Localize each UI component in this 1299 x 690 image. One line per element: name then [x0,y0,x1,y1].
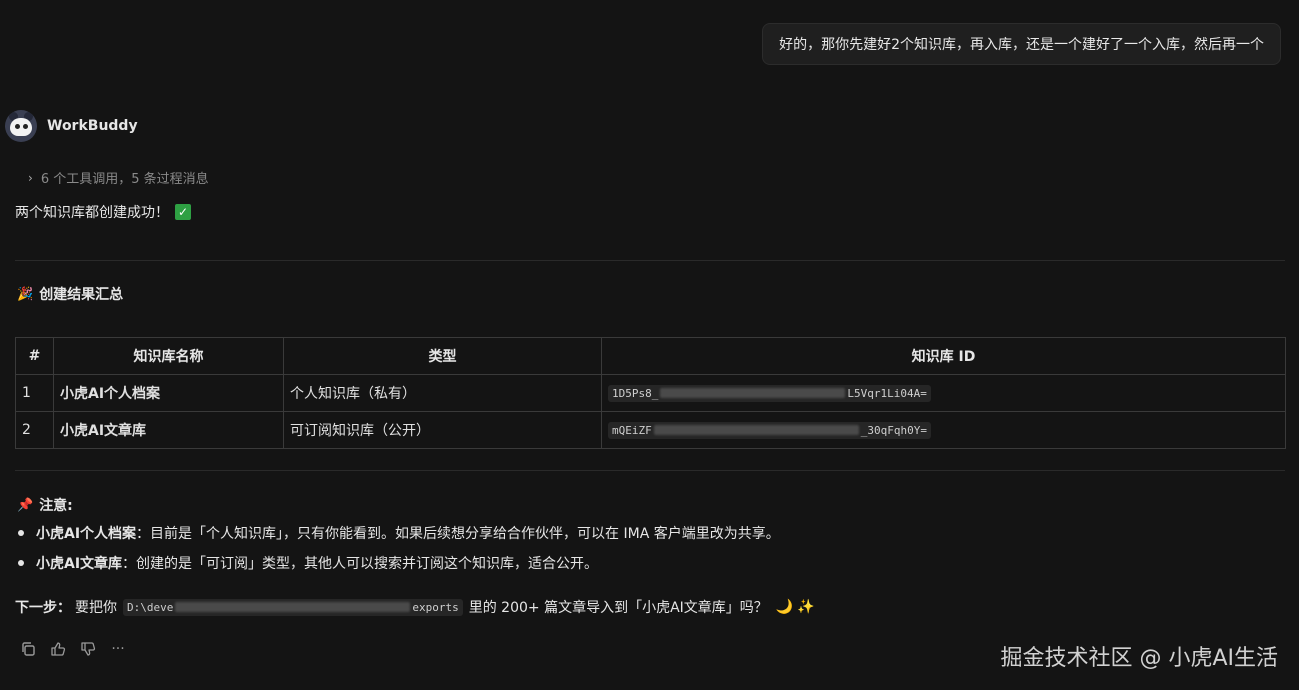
kb-name: 小虎AI个人档案 [53,374,284,412]
thumbs-up-icon[interactable] [49,640,67,658]
success-text: 两个知识库都创建成功！ [15,205,169,221]
redacted-mask [660,388,846,398]
bot-header: WorkBuddy [5,110,138,142]
table-header-cell: 知识库 ID [601,337,1286,375]
party-popper-icon: 🎉 [17,286,34,302]
table-header-cell: 类型 [283,337,602,375]
pushpin-icon: 📌 [17,497,34,513]
kb-type: 可订阅知识库（公开） [283,411,602,449]
row-number: 2 [15,411,54,449]
redacted-mask [175,602,411,612]
chevron-right-icon: › [28,170,33,185]
divider [15,260,1285,261]
user-message-bubble: 好的，那你先建好2个知识库，再入库，还是一个建好了一个入库，然后再一个 [762,23,1281,65]
summary-heading: 🎉 创建结果汇总 [17,284,123,304]
knowledge-base-table: # 知识库名称 类型 知识库 ID 1 小虎AI个人档案 个人知识库（私有） 1… [15,337,1286,449]
kb-name: 小虎AI文章库 [53,411,284,449]
check-mark-icon: ✓ [175,204,191,220]
sparkles-icon: ✨ [797,599,815,615]
kb-id-code: 1D5Ps8_ L5Vqr1Li04A= [608,384,931,402]
thumbs-down-icon[interactable] [79,640,97,658]
moon-icon: 🌙 [775,599,794,615]
kb-id-cell: 1D5Ps8_ L5Vqr1Li04A= [601,374,1286,412]
table-header-cell: # [15,337,54,375]
watermark: 掘金技术社区 @ 小虎AI生活 [1000,646,1278,671]
redacted-mask [653,425,859,435]
table-row: 1 小虎AI个人档案 个人知识库（私有） 1D5Ps8_ L5Vqr1Li04A… [15,374,1286,412]
divider [15,470,1285,471]
tools-summary-text: 6 个工具调用，5 条过程消息 [40,172,209,187]
summary-title-text: 创建结果汇总 [39,287,124,303]
note-title-text: 注意: [39,498,73,514]
next-step-message: 下一步： 要把你 D:\deve exports 里的 200+ 篇文章导入到「… [15,598,815,616]
path-code: D:\deve exports [123,598,463,616]
message-actions: ··· [19,640,127,658]
bot-name: WorkBuddy [47,118,138,134]
list-item: 小虎AI个人档案 ：目前是「个人知识库」，只有你能看到。如果后续想分享给合作伙伴… [18,518,780,548]
bullet-icon [18,530,24,536]
kb-type: 个人知识库（私有） [283,374,602,412]
success-message: 两个知识库都创建成功！ ✓ [15,202,191,222]
list-item: 小虎AI文章库 ：创建的是「可订阅」类型，其他人可以搜索并订阅这个知识库，适合公… [18,548,780,578]
kb-id-code: mQEiZF _30qFqh0Y= [608,421,931,439]
kb-id-cell: mQEiZF _30qFqh0Y= [601,411,1286,449]
bot-avatar-icon [5,110,37,142]
row-number: 1 [15,374,54,412]
notes-list: 小虎AI个人档案 ：目前是「个人知识库」，只有你能看到。如果后续想分享给合作伙伴… [18,518,780,578]
user-message-text: 好的，那你先建好2个知识库，再入库，还是一个建好了一个入库，然后再一个 [779,37,1264,53]
table-header-cell: 知识库名称 [53,337,284,375]
note-heading: 📌 注意: [17,495,73,515]
bullet-icon [18,560,24,566]
more-options-icon[interactable]: ··· [109,640,127,658]
next-step-label: 下一步： [15,600,71,616]
tools-summary-toggle[interactable]: › 6 个工具调用，5 条过程消息 [28,168,209,188]
copy-icon[interactable] [19,640,37,658]
table-row: 2 小虎AI文章库 可订阅知识库（公开） mQEiZF _30qFqh0Y= [15,411,1286,449]
table-header-row: # 知识库名称 类型 知识库 ID [15,337,1286,375]
